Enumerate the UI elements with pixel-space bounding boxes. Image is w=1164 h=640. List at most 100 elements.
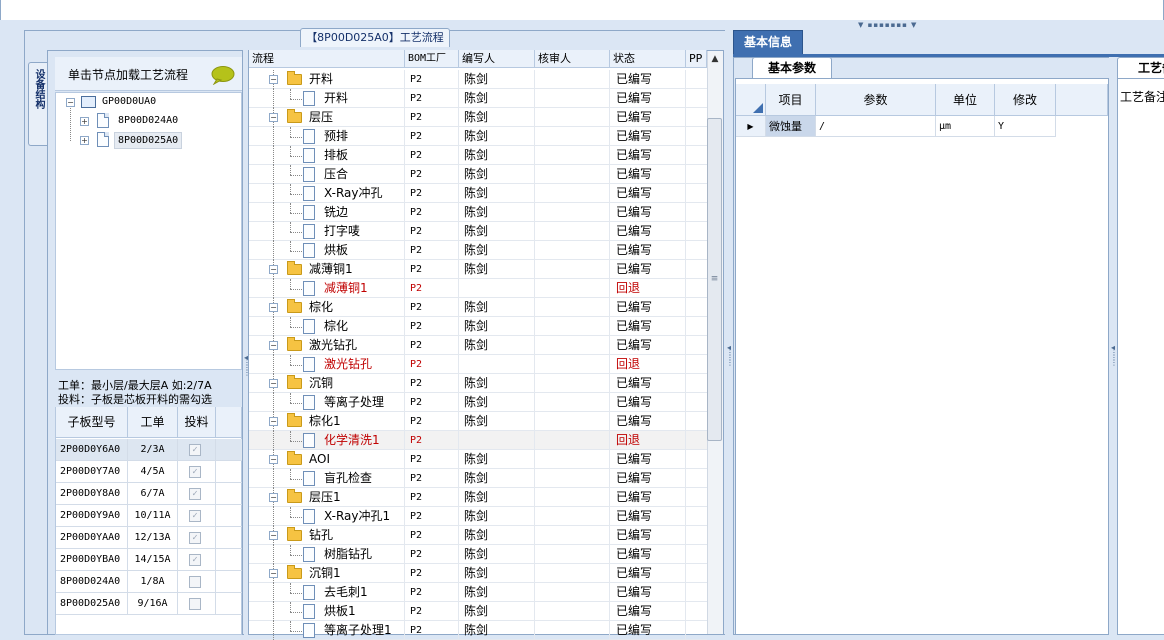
bom-factory-cell[interactable]: P2 (405, 222, 459, 241)
writer-cell[interactable]: 陈剑 (459, 412, 535, 431)
flow-row[interactable]: − 减薄铜1 P2 陈剑 已编写 (249, 260, 707, 279)
bom-factory-cell[interactable]: P2 (405, 336, 459, 355)
reviewer-cell[interactable] (535, 165, 610, 184)
tree-expand-icon[interactable]: − (269, 75, 278, 84)
tree-expand-icon[interactable]: − (269, 303, 278, 312)
flow-row[interactable]: − 棕化 P2 陈剑 已编写 (249, 298, 707, 317)
subboard-row[interactable]: 2P00D0Y8A0 6/7A ✓ (56, 483, 242, 505)
feed-checkbox[interactable]: ✓ (189, 554, 201, 566)
reviewer-cell[interactable] (535, 431, 610, 450)
feed-checkbox[interactable]: ✓ (189, 466, 201, 478)
column-header-param[interactable]: 参数 (816, 84, 936, 116)
flow-row[interactable]: 化学清洗1 P2 回退 (249, 431, 707, 450)
subboard-order-cell[interactable]: 6/7A (128, 483, 178, 505)
flow-name-cell[interactable]: 打字唛 (324, 222, 405, 241)
bom-factory-cell[interactable]: P2 (405, 165, 459, 184)
writer-cell[interactable]: 陈剑 (459, 526, 535, 545)
writer-cell[interactable]: 陈剑 (459, 583, 535, 602)
param-unit-cell[interactable]: μm (936, 116, 995, 137)
flow-row[interactable]: 烘板 P2 陈剑 已编写 (249, 241, 707, 260)
column-header-model[interactable]: 子板型号 (56, 407, 128, 438)
column-header-flow[interactable]: 流程 (249, 50, 405, 68)
subboard-row[interactable]: 2P00D0Y9A0 10/11A ✓ (56, 505, 242, 527)
subboard-order-cell[interactable]: 2/3A (128, 439, 178, 461)
writer-cell[interactable]: 陈剑 (459, 184, 535, 203)
subboard-row[interactable]: 2P00D0Y6A0 2/3A ✓ (56, 439, 242, 461)
reviewer-cell[interactable] (535, 317, 610, 336)
bom-factory-cell[interactable]: P2 (405, 317, 459, 336)
bom-factory-cell[interactable]: P2 (405, 355, 459, 374)
flow-row[interactable]: 开料 P2 陈剑 已编写 (249, 89, 707, 108)
tree-node-child-selected[interactable]: 8P00D025A0 (114, 132, 183, 149)
flow-row[interactable]: − 棕化1 P2 陈剑 已编写 (249, 412, 707, 431)
flow-name-cell[interactable]: 激光钻孔 (324, 355, 405, 374)
reviewer-cell[interactable] (535, 355, 610, 374)
column-header-bom-factory[interactable]: BOM工厂 (405, 50, 459, 68)
reviewer-cell[interactable] (535, 184, 610, 203)
bom-factory-cell[interactable]: P2 (405, 298, 459, 317)
subboard-row[interactable]: 2P00D0YAA0 12/13A ✓ (56, 527, 242, 549)
param-item-cell[interactable]: 微蚀量 (766, 116, 816, 137)
status-cell[interactable]: 回退 (610, 355, 686, 374)
flow-name-cell[interactable]: 铣边 (324, 203, 405, 222)
flow-row[interactable]: 激光钻孔 P2 回退 (249, 355, 707, 374)
flow-name-cell[interactable]: 烘板1 (324, 602, 405, 621)
horizontal-splitter[interactable] (0, 20, 1164, 30)
flow-row[interactable]: − 钻孔 P2 陈剑 已编写 (249, 526, 707, 545)
status-cell[interactable]: 已编写 (610, 450, 686, 469)
reviewer-cell[interactable] (535, 70, 610, 89)
flow-row[interactable]: 棕化 P2 陈剑 已编写 (249, 317, 707, 336)
status-cell[interactable]: 已编写 (610, 222, 686, 241)
flow-name-cell[interactable]: 化学清洗1 (324, 431, 405, 450)
flow-name-cell[interactable]: X-Ray冲孔 (324, 184, 405, 203)
flow-name-cell[interactable]: 层压 (309, 108, 405, 127)
flow-row[interactable]: 预排 P2 陈剑 已编写 (249, 127, 707, 146)
flow-name-cell[interactable]: 钻孔 (309, 526, 405, 545)
status-cell[interactable]: 已编写 (610, 317, 686, 336)
subboard-model-cell[interactable]: 2P00D0Y6A0 (56, 439, 128, 461)
splitter-grip-icon[interactable]: ▼ ▪▪▪▪▪▪▪ ▼ (858, 22, 924, 29)
flow-row[interactable]: 排板 P2 陈剑 已编写 (249, 146, 707, 165)
splitter-grip-icon[interactable]: ◂ ⋮ ⋮ ⋮ (726, 344, 734, 375)
flow-name-cell[interactable]: 等离子处理1 (324, 621, 405, 640)
reviewer-cell[interactable] (535, 222, 610, 241)
tab-basic-params[interactable]: 基本参数 (752, 57, 832, 78)
bom-factory-cell[interactable]: P2 (405, 450, 459, 469)
tree-expand-icon[interactable]: − (269, 265, 278, 274)
subboard-model-cell[interactable]: 8P00D025A0 (56, 593, 128, 615)
reviewer-cell[interactable] (535, 545, 610, 564)
flow-row[interactable]: 减薄铜1 P2 回退 (249, 279, 707, 298)
status-cell[interactable]: 已编写 (610, 507, 686, 526)
reviewer-cell[interactable] (535, 450, 610, 469)
flow-name-cell[interactable]: 盲孔检查 (324, 469, 405, 488)
column-header-status[interactable]: 状态 (610, 50, 686, 68)
status-cell[interactable]: 已编写 (610, 89, 686, 108)
writer-cell[interactable]: 陈剑 (459, 374, 535, 393)
writer-cell[interactable]: 陈剑 (459, 108, 535, 127)
writer-cell[interactable]: 陈剑 (459, 222, 535, 241)
bom-factory-cell[interactable]: P2 (405, 583, 459, 602)
status-cell[interactable]: 已编写 (610, 374, 686, 393)
column-header-reviewer[interactable]: 核审人 (535, 50, 610, 68)
feed-checkbox[interactable]: ✓ (189, 488, 201, 500)
writer-cell[interactable]: 陈剑 (459, 545, 535, 564)
status-cell[interactable]: 已编写 (610, 393, 686, 412)
subboard-model-cell[interactable]: 2P00D0YAA0 (56, 527, 128, 549)
bom-factory-cell[interactable]: P2 (405, 507, 459, 526)
flow-name-cell[interactable]: 树脂钻孔 (324, 545, 405, 564)
flow-name-cell[interactable]: X-Ray冲孔1 (324, 507, 405, 526)
flow-name-cell[interactable]: 棕化 (309, 298, 405, 317)
status-cell[interactable]: 已编写 (610, 602, 686, 621)
flow-row[interactable]: 打字唛 P2 陈剑 已编写 (249, 222, 707, 241)
tab-process-notes[interactable]: 工艺备注 (1117, 57, 1164, 78)
status-cell[interactable]: 回退 (610, 279, 686, 298)
flow-row[interactable]: 等离子处理1 P2 陈剑 已编写 (249, 621, 707, 640)
status-cell[interactable]: 已编写 (610, 488, 686, 507)
bom-factory-cell[interactable]: P2 (405, 545, 459, 564)
tree-expand-icon[interactable]: − (269, 379, 278, 388)
reviewer-cell[interactable] (535, 89, 610, 108)
status-cell[interactable]: 已编写 (610, 184, 686, 203)
writer-cell[interactable]: 陈剑 (459, 564, 535, 583)
writer-cell[interactable] (459, 355, 535, 374)
flow-row[interactable]: 压合 P2 陈剑 已编写 (249, 165, 707, 184)
